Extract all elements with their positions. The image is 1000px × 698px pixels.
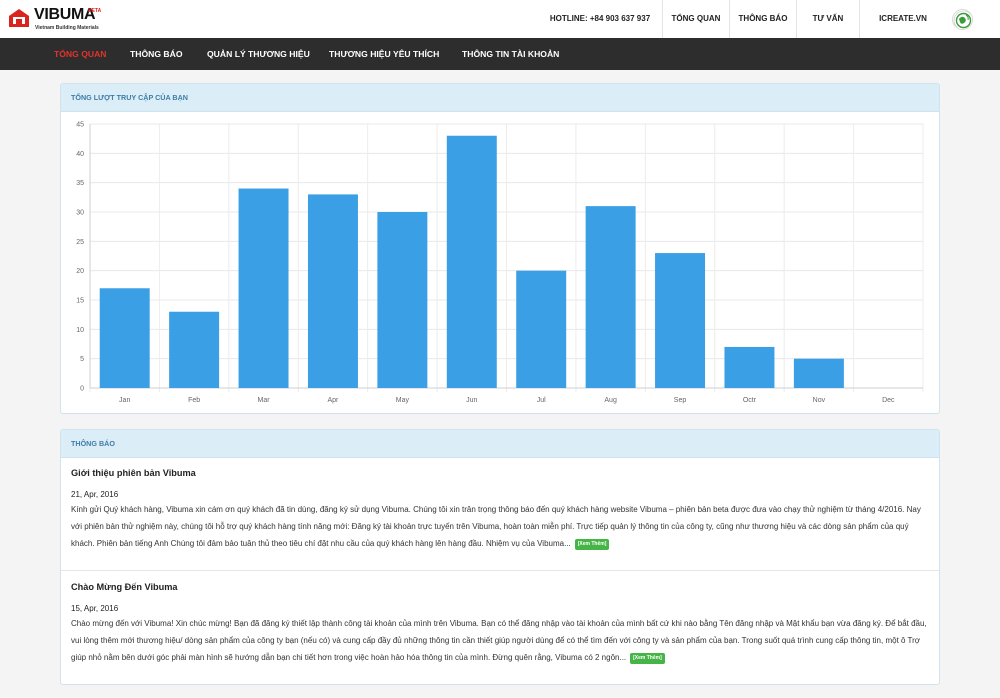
bar bbox=[307, 194, 358, 388]
menu-item-favorite-brands[interactable]: THƯƠNG HIỆU YÊU THÍCH bbox=[329, 38, 439, 70]
hotline-text[interactable]: HOTLINE: +84 903 637 937 bbox=[540, 0, 660, 38]
vibuma-logo[interactable]: VIBUMA BETA Vietnam Building Materials bbox=[8, 6, 108, 33]
x-tick-label: Dec bbox=[882, 397, 895, 404]
top-nav: HOTLINE: +84 903 637 937 TỔNG QUAN THÔNG… bbox=[540, 0, 1000, 38]
y-tick-label: 20 bbox=[76, 268, 84, 275]
notice-date: 15, Apr, 2016 bbox=[71, 604, 119, 613]
notice-panel-title: THÔNG BÁO bbox=[61, 430, 939, 458]
bar bbox=[724, 346, 775, 388]
bar bbox=[585, 206, 636, 388]
y-tick-label: 5 bbox=[80, 356, 84, 363]
top-nav-divider bbox=[859, 0, 860, 38]
bar bbox=[793, 358, 844, 388]
globe-avatar-icon bbox=[953, 10, 972, 29]
x-tick-label: Aug bbox=[604, 397, 617, 404]
x-tick-label: May bbox=[396, 397, 410, 404]
notice-body: Chào mừng đến với Vibuma! Xin chúc mừng!… bbox=[71, 615, 933, 666]
brand-beta-tag: BETA bbox=[88, 8, 102, 14]
x-tick-label: Sep bbox=[674, 397, 687, 404]
x-tick-label: Octr bbox=[743, 397, 757, 404]
bar bbox=[377, 212, 428, 388]
x-tick-label: Jun bbox=[466, 397, 477, 404]
y-tick-label: 35 bbox=[76, 180, 84, 187]
bar bbox=[238, 188, 289, 388]
top-header: VIBUMA BETA Vietnam Building Materials H… bbox=[0, 0, 1000, 38]
notifications-panel: THÔNG BÁO Giới thiệu phiên bản Vibuma 21… bbox=[60, 429, 940, 685]
bar bbox=[169, 311, 220, 388]
x-tick-label: Apr bbox=[328, 397, 340, 404]
notice-date: 21, Apr, 2016 bbox=[71, 490, 119, 499]
read-more-button[interactable]: [Xem Thêm] bbox=[630, 653, 665, 664]
y-tick-label: 45 bbox=[76, 122, 84, 129]
bar bbox=[655, 253, 706, 388]
y-tick-label: 15 bbox=[76, 298, 84, 305]
notice-title[interactable]: Giới thiệu phiên bản Vibuma bbox=[71, 468, 196, 478]
menu-item-notifications[interactable]: THÔNG BÁO bbox=[130, 38, 183, 70]
visits-bar-chart: 0 5 10 15 20 25 30 35 40 45 Jan Feb Mar Apr May Jun Jul A… bbox=[76, 122, 924, 404]
y-tick-label: 10 bbox=[76, 327, 84, 334]
house-logo-icon bbox=[9, 9, 29, 27]
y-tick-label: 40 bbox=[76, 151, 84, 158]
bar bbox=[99, 288, 150, 388]
x-tick-label: Jul bbox=[537, 397, 546, 404]
notice-excerpt: Chào mừng đến với Vibuma! Xin chúc mừng!… bbox=[71, 619, 927, 662]
notice-divider bbox=[61, 570, 939, 571]
x-tick-label: Jan bbox=[119, 397, 130, 404]
topnav-consult-link[interactable]: TƯ VẤN bbox=[797, 0, 859, 38]
menu-item-brand-management[interactable]: QUẢN LÝ THƯƠNG HIỆU bbox=[207, 38, 310, 70]
menu-item-account-info[interactable]: THÔNG TIN TÀI KHOẢN bbox=[462, 38, 559, 70]
topnav-notifications-link[interactable]: THÔNG BÁO bbox=[730, 0, 796, 38]
brand-name: VIBUMA bbox=[34, 6, 96, 23]
user-avatar[interactable] bbox=[952, 9, 973, 30]
notice-title[interactable]: Chào Mừng Đến Vibuma bbox=[71, 582, 178, 592]
visits-chart-panel: TỔNG LƯỢT TRUY CẬP CỦA BẠN 0 5 10 15 20 25 30 3… bbox=[60, 83, 940, 414]
y-tick-label: 25 bbox=[76, 239, 84, 246]
notice-excerpt: Kính gửi Quý khách hàng, Vibuma xin cám … bbox=[71, 505, 921, 548]
x-tick-label: Mar bbox=[258, 397, 271, 404]
main-menu: TỔNG QUAN THÔNG BÁO QUẢN LÝ THƯƠNG HIỆU … bbox=[0, 38, 1000, 70]
user-name-link[interactable]: ICREATE.VN bbox=[868, 0, 938, 38]
chart-panel-title: TỔNG LƯỢT TRUY CẬP CỦA BẠN bbox=[61, 84, 939, 112]
bar bbox=[516, 270, 567, 388]
bar bbox=[446, 135, 497, 388]
brand-subtitle: Vietnam Building Materials bbox=[35, 25, 99, 31]
notice-body: Kính gửi Quý khách hàng, Vibuma xin cám … bbox=[71, 501, 933, 552]
y-tick-label: 30 bbox=[76, 210, 84, 217]
y-tick-label: 0 bbox=[80, 386, 84, 393]
read-more-button[interactable]: [Xem Thêm] bbox=[574, 539, 610, 550]
topnav-overview-link[interactable]: TỔNG QUAN bbox=[663, 0, 729, 38]
x-tick-label: Nov bbox=[813, 397, 826, 404]
x-tick-label: Feb bbox=[188, 397, 200, 404]
menu-item-overview[interactable]: TỔNG QUAN bbox=[54, 38, 107, 70]
